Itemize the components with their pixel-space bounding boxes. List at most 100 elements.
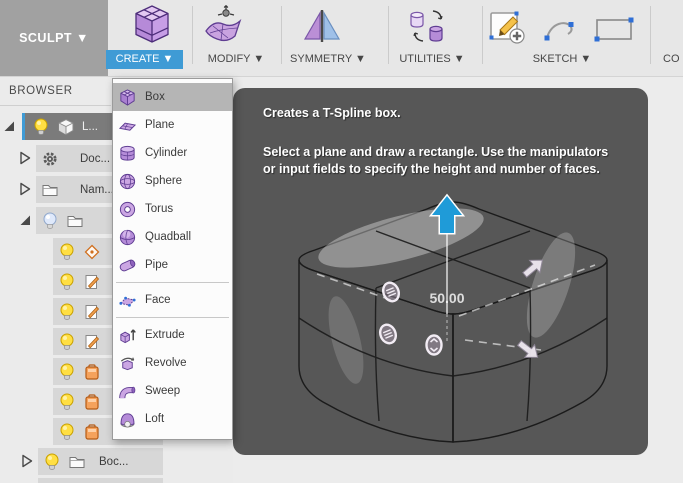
quadball-icon (118, 228, 137, 247)
menu-item-label: Torus (145, 203, 174, 215)
lightbulb-on-icon[interactable] (58, 422, 76, 442)
menu-item-sweep[interactable]: Sweep (113, 377, 232, 405)
expander-open-icon[interactable] (18, 213, 32, 227)
construct-menu-button[interactable]: CO (663, 50, 683, 69)
menu-item-box[interactable]: Box (113, 83, 232, 111)
tspline-body-icon (83, 423, 101, 441)
utilities-menu-button[interactable]: UTILITIES ▼ (389, 50, 475, 69)
toolbar-divider (192, 6, 193, 64)
folder-icon (41, 181, 59, 199)
toolbar-divider (281, 6, 282, 64)
menu-separator (116, 282, 229, 283)
folder-icon (68, 453, 86, 471)
pipe-icon (118, 256, 137, 275)
create-sketch-icon[interactable] (487, 7, 527, 52)
modify-form-icon[interactable] (201, 2, 245, 51)
lightbulb-on-icon[interactable] (58, 302, 76, 322)
folder-icon (66, 212, 84, 230)
selection-bar (22, 113, 25, 140)
row-label: Doc... (80, 152, 111, 165)
browser-row-bodies-folder[interactable]: Boc... (38, 448, 163, 475)
toolbar: SCULPT ▼ CREATE ▼ MODIFY ▼ SYMMETRY ▼ UT… (0, 0, 683, 77)
menu-item-label: Quadball (145, 231, 192, 243)
utilities-icon[interactable] (406, 4, 450, 53)
menu-item-label: Plane (145, 119, 175, 131)
menu-item-label: Loft (145, 413, 165, 425)
cylinder-icon (118, 144, 137, 163)
faces-spinner-handle (381, 281, 401, 303)
menu-item-extrude[interactable]: Extrude (113, 321, 232, 349)
menu-separator (116, 317, 229, 318)
sweep-icon (118, 382, 137, 401)
lightbulb-dim-icon[interactable] (41, 211, 59, 231)
menu-item-label: Box (145, 91, 165, 103)
tooltip-body: Select a plane and draw a rectangle. Use… (263, 144, 608, 178)
box-command-tooltip: Creates a T-Spline box. Select a plane a… (233, 88, 648, 455)
table-row (0, 478, 233, 483)
tspline-box-icon[interactable] (130, 2, 174, 51)
extrude-icon (118, 326, 137, 345)
menu-item-loft[interactable]: Loft (113, 405, 232, 433)
lightbulb-on-icon[interactable] (58, 332, 76, 352)
menu-item-revolve[interactable]: Revolve (113, 349, 232, 377)
menu-item-label: Extrude (145, 329, 185, 341)
lightbulb-on-icon[interactable] (43, 452, 61, 472)
row-label: L... (82, 120, 98, 133)
menu-item-face[interactable]: Face (113, 286, 232, 314)
browser-row-folder[interactable] (38, 478, 163, 483)
menu-item-label: Sphere (145, 175, 183, 187)
loft-icon (118, 410, 137, 429)
menu-item-pipe[interactable]: Pipe (113, 251, 232, 279)
tooltip-body-line1: Select a plane and draw a rectangle. Use… (263, 145, 609, 159)
torus-icon (118, 200, 137, 219)
modify-menu-button[interactable]: MODIFY ▼ (197, 50, 275, 69)
menu-item-label: Revolve (145, 357, 187, 369)
face-icon (118, 291, 137, 310)
workspace-selector[interactable]: SCULPT ▼ (0, 0, 108, 76)
lightbulb-on-icon[interactable] (58, 362, 76, 382)
faces-spinner-handle (378, 323, 398, 345)
menu-item-torus[interactable]: Torus (113, 195, 232, 223)
menu-item-cylinder[interactable]: Cylinder (113, 139, 232, 167)
lightbulb-on-icon[interactable] (32, 117, 50, 137)
tspline-box-preview-image: 50.00 (298, 193, 608, 443)
faces-spinner-handle (425, 334, 443, 356)
menu-item-label: Sweep (145, 385, 181, 397)
sphere-icon (118, 172, 137, 191)
create-menu-button[interactable]: CREATE ▼ (106, 50, 183, 69)
sketch-icon (83, 273, 101, 291)
spline-icon[interactable] (543, 18, 577, 47)
row-label: Nam... (80, 183, 114, 196)
tspline-body-icon (83, 393, 101, 411)
rectangle-icon[interactable] (593, 15, 635, 48)
expander-closed-icon[interactable] (18, 182, 32, 196)
expander-closed-icon[interactable] (20, 454, 34, 468)
expander-closed-icon[interactable] (18, 151, 32, 165)
settings-gear-icon (41, 150, 59, 168)
create-dropdown-menu: Box Plane Cylinder Sphere Torus Quadball… (112, 78, 233, 440)
tspline-body-icon (83, 363, 101, 381)
tooltip-title: Creates a T-Spline box. (263, 106, 401, 120)
sketch-menu-button[interactable]: SKETCH ▼ (523, 50, 601, 69)
menu-item-label: Cylinder (145, 147, 188, 159)
menu-item-quadball[interactable]: Quadball (113, 223, 232, 251)
tooltip-body-line2: or input fields to specify the height an… (263, 162, 600, 176)
menu-item-label: Face (145, 294, 171, 306)
toolbar-divider (482, 6, 483, 64)
sketch-icon (83, 303, 101, 321)
menu-item-sphere[interactable]: Sphere (113, 167, 232, 195)
lightbulb-on-icon[interactable] (58, 242, 76, 262)
browser-title: BROWSER (9, 85, 73, 97)
symmetry-menu-button[interactable]: SYMMETRY ▼ (283, 50, 373, 69)
menu-item-plane[interactable]: Plane (113, 111, 232, 139)
box-icon (118, 88, 137, 107)
lightbulb-on-icon[interactable] (58, 392, 76, 412)
table-row: Boc... (0, 448, 233, 475)
sketch-icon (83, 333, 101, 351)
expander-open-icon[interactable] (2, 119, 16, 133)
component-cube-icon (57, 118, 75, 136)
symmetry-icon[interactable] (302, 8, 342, 49)
toolbar-divider (650, 6, 651, 64)
dimension-value: 50.00 (429, 290, 464, 306)
lightbulb-on-icon[interactable] (58, 272, 76, 292)
